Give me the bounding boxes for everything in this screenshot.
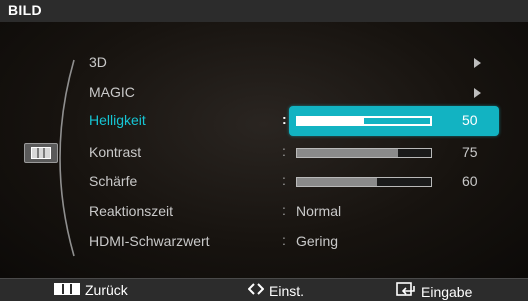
menu-title: BILD [8, 2, 42, 18]
menu-item-label: Schärfe [89, 173, 138, 189]
menu-bars-icon [54, 282, 80, 298]
contrast-slider[interactable] [296, 148, 432, 158]
separator-colon: : [282, 202, 286, 218]
enter-label: Eingabe [421, 283, 473, 300]
menu-item-label: Reaktionszeit [89, 203, 174, 219]
menu-item-reaktionszeit[interactable]: Reaktionszeit : Normal [0, 199, 528, 225]
enter-return-icon [396, 282, 416, 301]
menu-item-hdmi-schwarzwert[interactable]: HDMI-Schwarzwert : Gering [0, 229, 528, 255]
menu-item-label: MAGIC [89, 84, 135, 100]
monitor-osd: BILD 3D MAGIC Helligkeit : 50 Kontrast : [0, 0, 528, 301]
separator-colon: : [282, 172, 286, 188]
option-value: Normal [296, 203, 342, 219]
menu-item-label: HDMI-Schwarzwert [89, 233, 210, 249]
menu-item-label: Helligkeit [89, 112, 146, 128]
osd-footer: Zurück Einst. Eingabe [0, 278, 528, 301]
separator-colon: : [282, 143, 286, 159]
slider-value: 50 [462, 112, 478, 128]
back-button[interactable]: Zurück [54, 282, 128, 298]
separator-colon: : [282, 111, 287, 127]
menu-item-magic[interactable]: MAGIC [0, 80, 528, 106]
adjust-label: Einst. [269, 282, 305, 299]
menu-item-3d[interactable]: 3D [0, 50, 528, 76]
option-value: Gering [296, 233, 339, 249]
slider-value: 60 [462, 173, 478, 189]
slider-value: 75 [462, 144, 478, 160]
brightness-slider[interactable] [296, 116, 432, 126]
enter-button[interactable]: Eingabe [396, 282, 472, 301]
slider-fill [297, 149, 398, 157]
menu-item-schaerfe[interactable]: Schärfe : 60 [0, 169, 528, 195]
back-label: Zurück [85, 282, 128, 298]
menu-item-label: Kontrast [89, 144, 142, 160]
submenu-arrow-icon [474, 58, 481, 68]
submenu-arrow-icon [474, 88, 481, 98]
menu-item-kontrast[interactable]: Kontrast : 75 [0, 140, 528, 166]
menu-item-label: 3D [89, 54, 107, 70]
menu-item-helligkeit[interactable]: Helligkeit : 50 [0, 106, 528, 136]
sharpness-slider[interactable] [296, 177, 432, 187]
diamond-arrows-icon [247, 282, 265, 299]
separator-colon: : [282, 232, 286, 248]
slider-fill [297, 178, 378, 186]
slider-fill [298, 118, 364, 124]
osd-header: BILD [0, 0, 528, 23]
adjust-button[interactable]: Einst. [247, 282, 305, 299]
